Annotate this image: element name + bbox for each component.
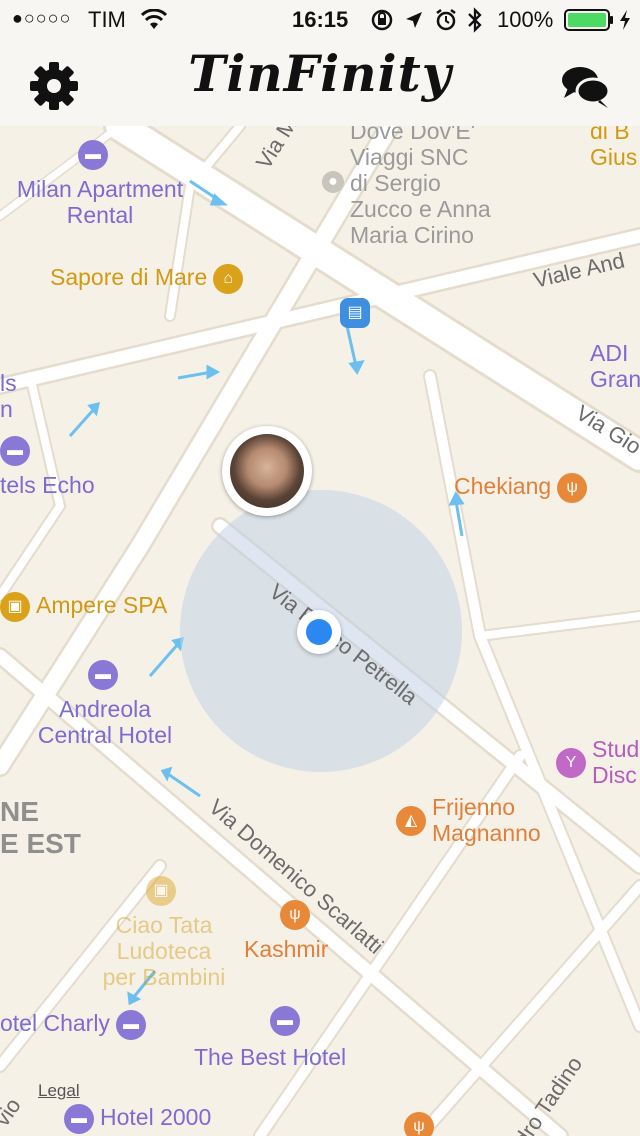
poi-hotel[interactable]: ▬ Hotel 2000 — [64, 1104, 211, 1134]
tram-icon: ▤ — [340, 298, 370, 328]
bed-icon: ▬ — [78, 140, 108, 170]
pin-icon: ● — [322, 171, 344, 193]
fork-knife-icon: ψ — [404, 1112, 434, 1136]
poi-label: Dove Dov'E' Viaggi SNC di Sergio Zucco e… — [350, 126, 491, 248]
poi-label: Frijenno Magnanno — [432, 794, 541, 846]
location-arrow-icon — [406, 12, 422, 28]
shopping-bag-icon: ▣ — [146, 876, 176, 906]
poi-restaurant[interactable]: Chekiang ψ — [454, 473, 588, 503]
poi-shop[interactable]: ▣ — [146, 876, 176, 906]
battery-percent: 100% — [497, 7, 554, 32]
charging-icon — [620, 10, 630, 30]
poi-label: Ampere SPA — [36, 592, 168, 618]
transit-stop[interactable]: ▤ — [340, 298, 370, 328]
chat-button[interactable] — [558, 58, 614, 114]
bed-icon: ▬ — [64, 1104, 94, 1134]
status-bar: ●○○○○ TIM 16:15 100% — [0, 0, 640, 40]
pizza-icon: ◭ — [396, 806, 426, 836]
poi-hotel[interactable]: otel Charly ▬ — [0, 1010, 146, 1040]
legal-link[interactable]: Legal — [38, 1081, 80, 1101]
poi-pizza[interactable]: ◭ Frijenno Magnanno — [396, 794, 541, 846]
poi-agency[interactable]: ● Dove Dov'E' Viaggi SNC di Sergio Zucco… — [322, 126, 491, 248]
poi-label: Stud Disc — [592, 736, 640, 788]
poi-shop[interactable]: ▣ Ampere SPA — [0, 592, 167, 622]
poi-label: ADI Gran — [590, 340, 640, 392]
bed-icon: ▬ — [0, 436, 30, 466]
friend-avatar[interactable] — [222, 426, 312, 516]
basket-icon: ⌂ — [213, 264, 244, 294]
poi-label: Chekiang — [454, 473, 552, 499]
poi-shop[interactable]: Sapore di Mare ⌂ — [50, 264, 244, 294]
district-label: NE E EST — [0, 796, 81, 859]
fork-knife-icon: ψ — [557, 473, 588, 503]
bed-icon: ▬ — [270, 1006, 300, 1036]
poi-hotel[interactable]: ▬ — [0, 436, 30, 466]
cocktail-icon: Y — [556, 748, 586, 778]
poi-bar[interactable]: Y Stud Disc — [556, 736, 639, 788]
fork-knife-icon: ψ — [280, 900, 310, 930]
shopping-bag-icon: ▣ — [0, 592, 30, 622]
rotation-lock-icon — [371, 9, 393, 31]
poi-label: Ciao Tata Ludoteca per Bambini — [102, 912, 226, 990]
poi-label: Sapore di Mare — [50, 264, 208, 290]
clock: 16:15 — [292, 7, 349, 32]
poi-hotel[interactable]: ▬ — [270, 1006, 300, 1036]
carrier-name: TIM — [88, 7, 126, 32]
poi-label: The Best Hotel — [194, 1044, 347, 1070]
poi-label: ls n — [0, 370, 17, 422]
poi-restaurant[interactable]: ψ — [404, 1112, 434, 1136]
chat-bubbles-icon — [562, 67, 611, 108]
poi-hotel[interactable]: ▬ — [78, 140, 108, 170]
bluetooth-icon — [468, 7, 482, 33]
wifi-icon — [140, 9, 168, 29]
user-location-dot — [297, 610, 341, 654]
poi-label: Andreola Central Hotel — [37, 696, 173, 748]
poi-label: Kashmir — [244, 936, 329, 962]
poi-restaurant[interactable]: ψ — [280, 900, 310, 930]
bed-icon: ▬ — [88, 660, 118, 690]
map-view[interactable]: Via M Viale And Via Gio Via Enrico Petre… — [0, 126, 640, 1136]
poi-label: otel Charly — [0, 1010, 110, 1036]
avatar-photo — [230, 434, 304, 508]
poi-label: tels Echo — [0, 472, 95, 498]
bed-icon: ▬ — [115, 1010, 146, 1040]
app-title: TinFinity — [188, 44, 452, 103]
poi-label: di B Gius — [590, 126, 638, 170]
nav-bar: TinFinity — [0, 40, 640, 126]
poi-label: Hotel 2000 — [100, 1104, 212, 1130]
poi-hotel[interactable]: ▬ — [88, 660, 118, 690]
battery-icon — [564, 9, 613, 31]
alarm-icon — [436, 9, 456, 31]
poi-label: Milan Apartment Rental — [16, 176, 184, 228]
signal-strength: ●○○○○ — [12, 8, 72, 28]
